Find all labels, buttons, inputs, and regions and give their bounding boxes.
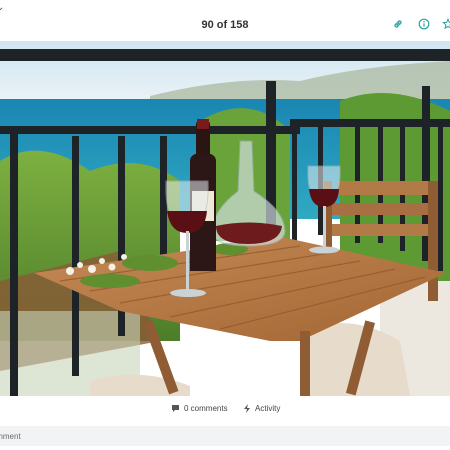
lightning-icon <box>244 404 250 413</box>
comments-button[interactable]: 0 comments <box>171 404 228 413</box>
balcony-photo <box>0 41 450 396</box>
activity-label: Activity <box>255 404 281 413</box>
comment-input[interactable] <box>0 428 426 444</box>
comment-icon <box>172 405 179 412</box>
activity-button[interactable]: Activity <box>243 404 280 413</box>
chevron-down-icon[interactable]: ⌄ <box>0 2 4 13</box>
link-icon[interactable] <box>390 16 406 32</box>
photo-counter: 90 of 158 <box>201 19 249 31</box>
comments-count-label: 0 comments <box>184 404 228 413</box>
comment-box <box>0 426 450 446</box>
star-icon[interactable] <box>440 16 450 32</box>
photo-actions-bar: 0 comments Activity <box>0 396 450 422</box>
info-icon[interactable] <box>416 16 432 32</box>
viewer-header: ⌄ 90 of 158 <box>0 0 450 40</box>
